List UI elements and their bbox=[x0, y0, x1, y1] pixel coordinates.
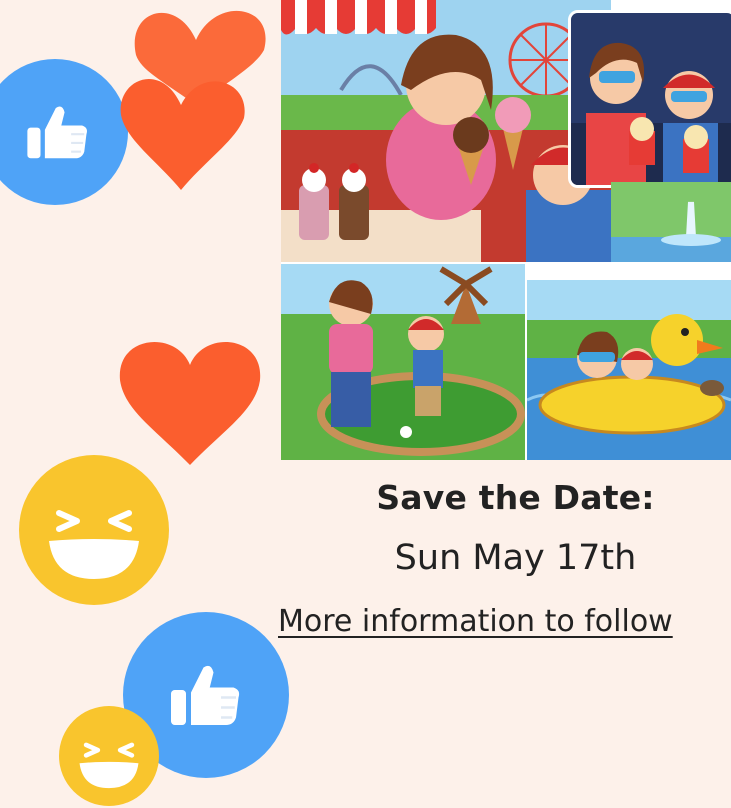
family-activities-collage bbox=[281, 0, 731, 460]
heart-icon bbox=[119, 342, 261, 465]
thumbs-up-icon bbox=[27, 106, 87, 159]
thumbs-up-reaction-top bbox=[0, 59, 128, 205]
laughing-face-icon bbox=[49, 510, 139, 579]
more-information-link[interactable]: More information to follow bbox=[278, 604, 673, 639]
save-the-date-heading: Save the Date: bbox=[376, 478, 655, 517]
heart-icon bbox=[120, 10, 266, 190]
laughing-face-icon bbox=[79, 742, 139, 789]
heart-reaction-middle bbox=[116, 335, 264, 467]
thumbs-up-icon bbox=[171, 665, 240, 725]
panel-mini-golf bbox=[281, 264, 525, 460]
laughing-reaction-small bbox=[59, 706, 159, 806]
panel-duck-boat bbox=[527, 280, 731, 460]
panel-ice-cream-cafe bbox=[281, 0, 611, 262]
heart-reaction-top bbox=[116, 0, 276, 200]
event-date: Sun May 17th bbox=[394, 538, 637, 578]
panel-movie-theater bbox=[568, 10, 731, 188]
panel-fountain bbox=[611, 182, 731, 262]
laughing-reaction-large bbox=[19, 455, 169, 605]
